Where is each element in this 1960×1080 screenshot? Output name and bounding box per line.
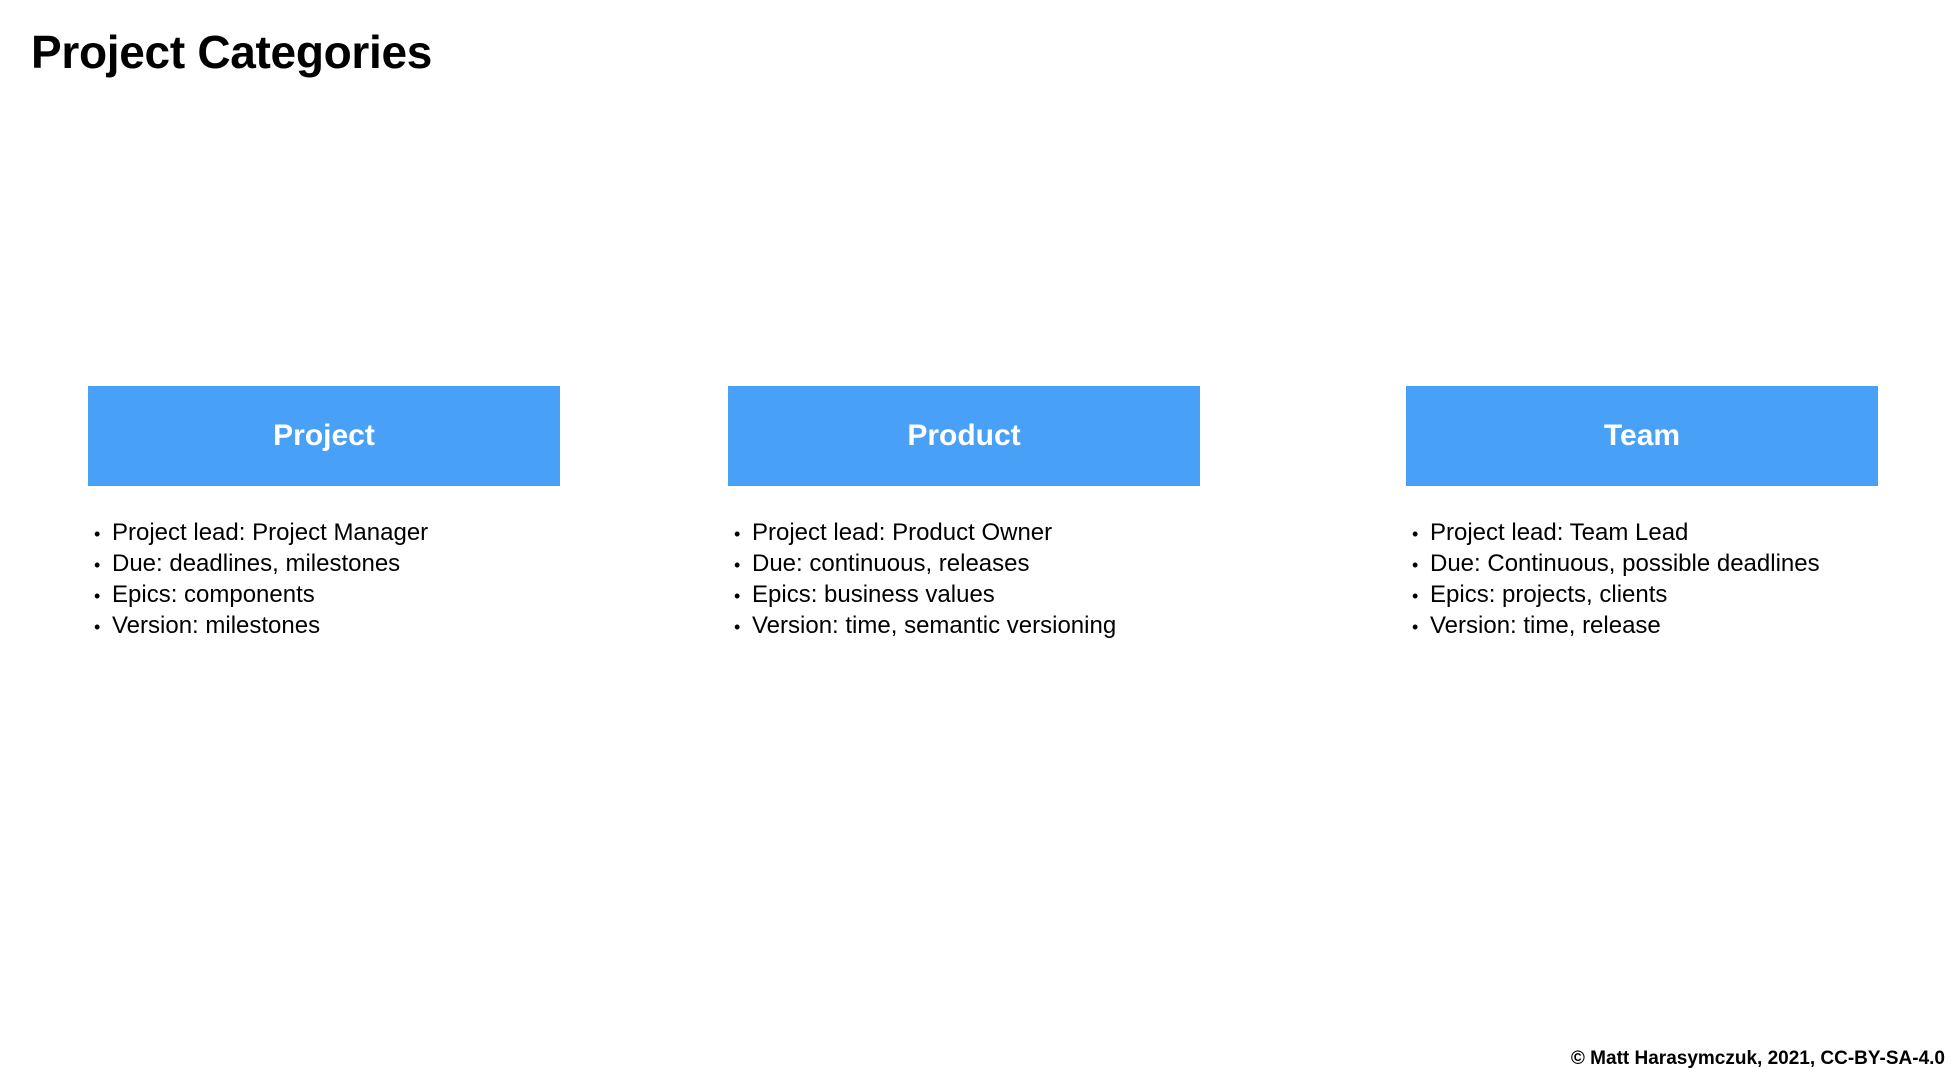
- list-item: • Project lead: Product Owner: [734, 518, 1200, 549]
- list-item-text: Due: continuous, releases: [752, 550, 1030, 577]
- category-header-project: Project: [88, 386, 560, 486]
- list-item-text: Epics: components: [112, 581, 315, 608]
- list-item-text: Project lead: Team Lead: [1430, 519, 1689, 546]
- list-item: • Epics: projects, clients: [1412, 580, 1878, 611]
- list-item-text: Version: milestones: [112, 612, 321, 639]
- list-item-text: Epics: business values: [752, 581, 995, 608]
- list-item: • Version: time, semantic versioning: [734, 611, 1200, 642]
- list-item-text: Version: time, semantic versioning: [752, 612, 1117, 639]
- bullet-icon: •: [734, 524, 741, 544]
- bullet-icon: •: [1412, 524, 1419, 544]
- list-item: • Due: continuous, releases: [734, 549, 1200, 580]
- bullet-icon: •: [94, 555, 101, 575]
- bullet-icon: •: [1412, 586, 1419, 606]
- bullet-icon: •: [94, 524, 101, 544]
- list-item-text: Project lead: Project Manager: [112, 519, 429, 546]
- category-header-team: Team: [1406, 386, 1878, 486]
- category-project: Project • Project lead: Project Manager •…: [88, 386, 560, 642]
- bullet-icon: •: [1412, 617, 1419, 637]
- list-item: • Version: time, release: [1412, 611, 1878, 642]
- list-item-text: Due: Continuous, possible deadlines: [1430, 550, 1820, 577]
- bullet-icon: •: [734, 617, 741, 637]
- category-list-product: • Project lead: Product Owner • Due: conti…: [728, 518, 1200, 642]
- list-item-text: Epics: projects, clients: [1430, 581, 1668, 608]
- list-item: • Due: deadlines, milestones: [94, 549, 560, 580]
- bullet-icon: •: [94, 617, 101, 637]
- list-item: • Due: Continuous, possible deadlines: [1412, 549, 1878, 580]
- copyright-notice: © Matt Harasymczuk, 2021, CC-BY-SA-4.0: [1570, 1048, 1945, 1069]
- bullet-icon: •: [734, 586, 741, 606]
- list-item-text: Version: time, release: [1430, 612, 1661, 639]
- bullet-icon: •: [94, 586, 101, 606]
- category-list-project: • Project lead: Project Manager • Due: dea…: [88, 518, 560, 642]
- category-header-product: Product: [728, 386, 1200, 486]
- category-product: Product • Project lead: Product Owner • Du…: [728, 386, 1200, 642]
- category-team: Team • Project lead: Team Lead • Due: Cont…: [1406, 386, 1878, 642]
- category-list-team: • Project lead: Team Lead • Due: Continuou…: [1406, 518, 1878, 642]
- bullet-icon: •: [734, 555, 741, 575]
- list-item: • Project lead: Team Lead: [1412, 518, 1878, 549]
- list-item: • Project lead: Project Manager: [94, 518, 560, 549]
- list-item: • Epics: business values: [734, 580, 1200, 611]
- bullet-icon: •: [1412, 555, 1419, 575]
- page-title: Project Categories: [31, 26, 433, 78]
- list-item: • Version: milestones: [94, 611, 560, 642]
- list-item: • Epics: components: [94, 580, 560, 611]
- list-item-text: Project lead: Product Owner: [752, 519, 1053, 546]
- list-item-text: Due: deadlines, milestones: [112, 550, 401, 577]
